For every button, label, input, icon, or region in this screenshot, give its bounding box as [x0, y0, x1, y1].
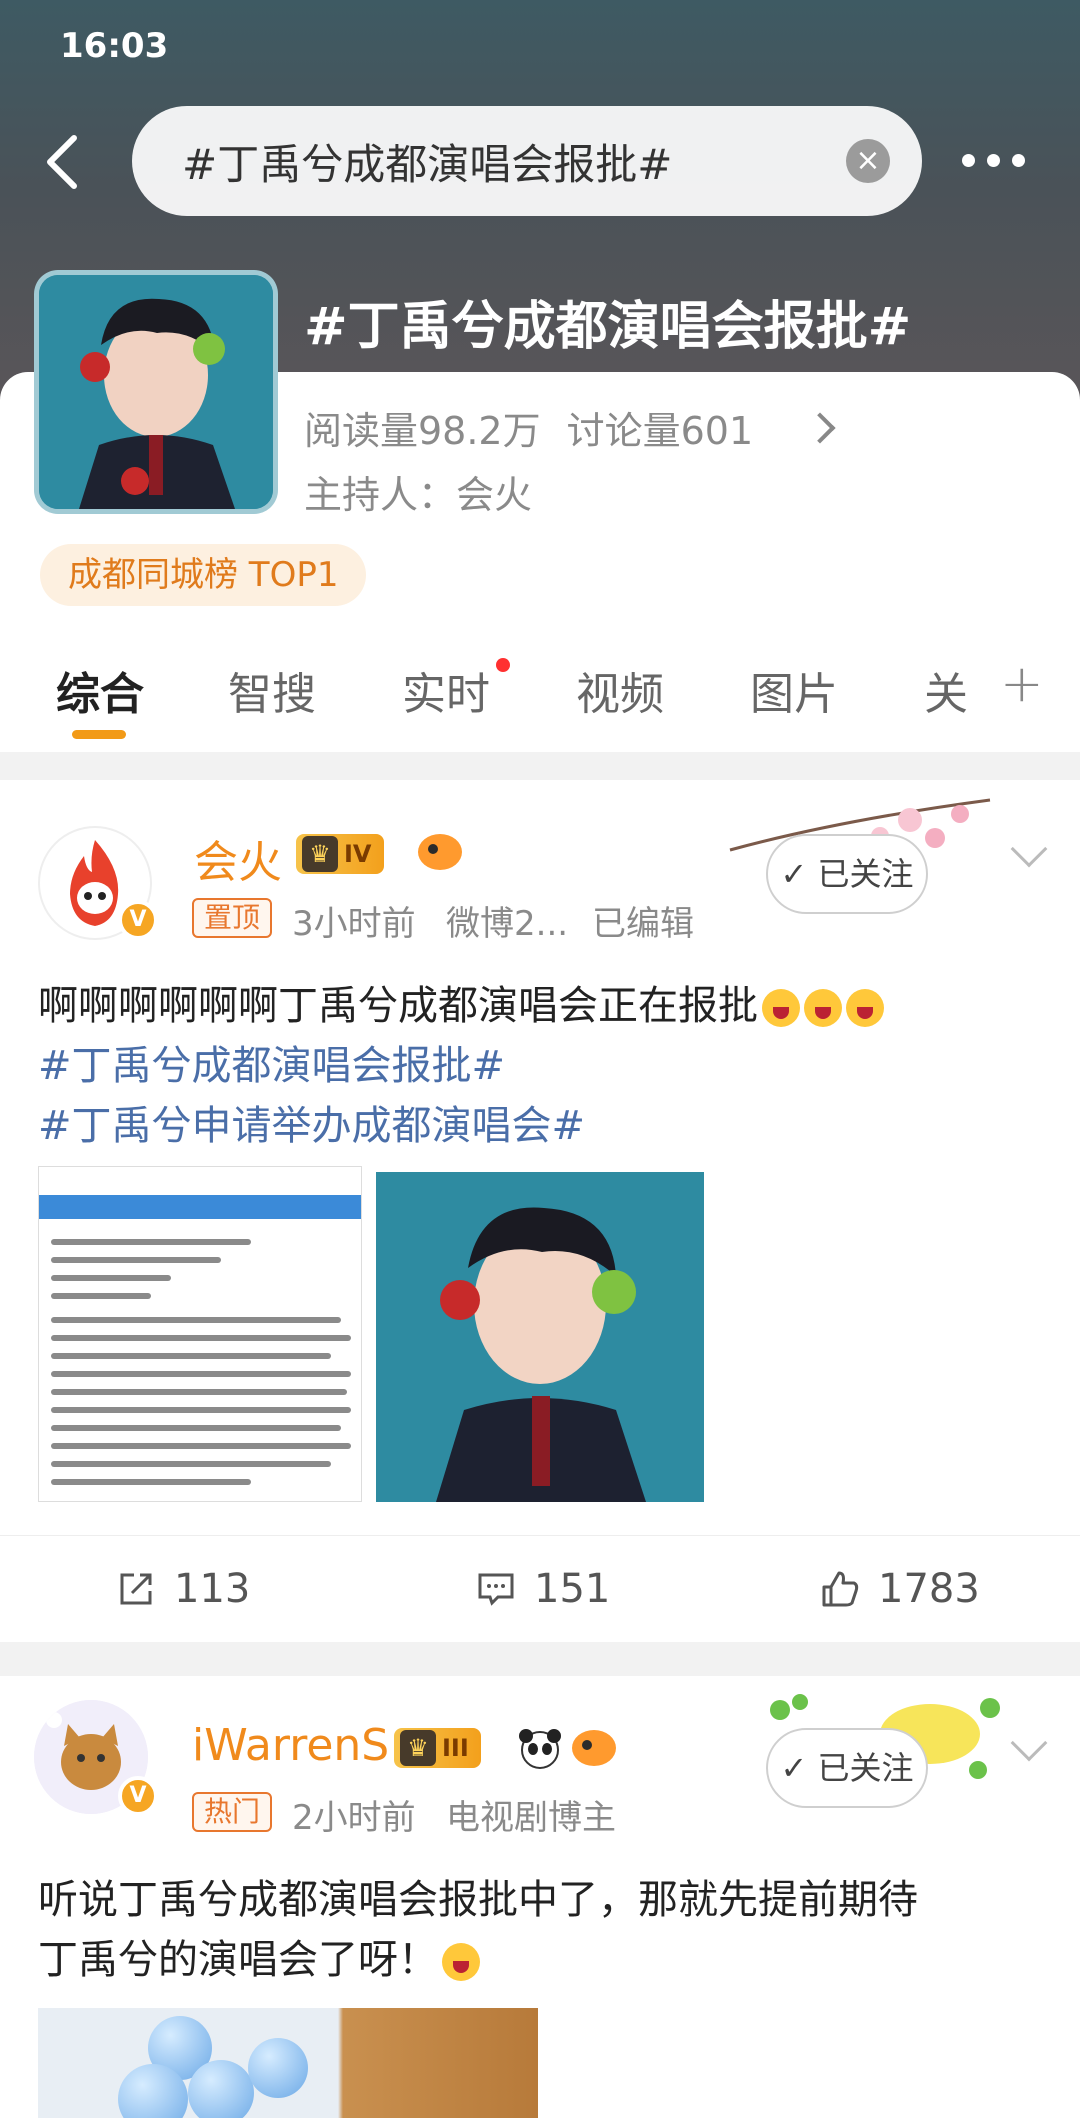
verified-icon: V — [118, 1776, 158, 1816]
following-button[interactable]: ✓ 已关注 — [766, 1728, 928, 1808]
more-options-button[interactable] — [962, 140, 1034, 180]
post-source: 电视剧博主 — [446, 1798, 616, 1838]
tab-images[interactable]: 图片 — [750, 658, 838, 722]
crying-emoji-icon — [804, 989, 842, 1027]
post-source: 微博2... — [446, 904, 569, 944]
tab-follow[interactable]: 关 — [924, 658, 968, 722]
add-tab-icon[interactable]: + — [1000, 654, 1044, 714]
status-time: 16:03 — [60, 26, 169, 66]
active-tab-indicator — [72, 730, 126, 739]
fan-badge-icon — [572, 1730, 616, 1766]
post-action-bar: 113 151 1783 — [0, 1535, 1080, 1641]
dot-icon — [987, 153, 1000, 167]
tab-realtime[interactable]: 实时 — [402, 658, 490, 722]
like-count: 1783 — [878, 1566, 980, 1612]
username[interactable]: iWarrenS — [192, 1720, 389, 1771]
like-button[interactable]: 1783 — [820, 1566, 980, 1612]
tab-comprehensive[interactable]: 综合 — [56, 658, 144, 722]
back-button[interactable] — [40, 130, 90, 194]
post-time: 2小时前 — [292, 1798, 416, 1838]
repost-icon — [120, 1573, 152, 1605]
comment-count: 151 — [534, 1566, 611, 1612]
hashtag-link[interactable]: #丁禹兮申请举办成都演唱会# — [38, 1096, 884, 1156]
verified-icon: V — [118, 900, 158, 940]
topic-cover-image — [34, 270, 278, 514]
post-body: 啊啊啊啊啊啊丁禹兮成都演唱会正在报批 #丁禹兮成都演唱会报批# #丁禹兮申请举办… — [38, 976, 884, 1156]
close-circle-icon[interactable]: × — [846, 139, 890, 183]
repost-button[interactable]: 113 — [116, 1566, 250, 1612]
new-indicator-dot — [496, 658, 510, 672]
crying-emoji-icon — [762, 989, 800, 1027]
hot-tag: 热门 — [192, 1792, 273, 1832]
chevron-right-icon — [804, 411, 836, 444]
crying-emoji-icon — [846, 989, 884, 1027]
topic-host[interactable]: 主持人：会火 — [304, 464, 532, 519]
comment-button[interactable]: 151 — [476, 1566, 610, 1612]
thumbs-up-icon — [822, 1571, 859, 1607]
rank-badge[interactable]: 成都同城榜 TOP1 — [40, 544, 367, 606]
topic-title: #丁禹兮成都演唱会报批# — [304, 297, 912, 357]
fan-badge-icon — [418, 834, 462, 870]
post-image-photo[interactable] — [376, 1172, 704, 1502]
crown-icon: ♛ — [400, 1730, 436, 1766]
pinned-tag: 置顶 — [192, 898, 273, 938]
discussion-count: 讨论量601 — [566, 409, 754, 453]
comment-icon — [478, 1573, 514, 1606]
post-text: 丁禹兮的演唱会了呀！ — [38, 1937, 438, 1983]
edited-label: 已编辑 — [592, 904, 694, 944]
following-button[interactable]: ✓ 已关注 — [766, 834, 928, 914]
crown-icon: ♛ — [302, 836, 338, 872]
post-text: 听说丁禹兮成都演唱会报批中了，那就先提前期待 — [38, 1877, 918, 1923]
hashtag-link[interactable]: #丁禹兮成都演唱会报批# — [38, 1036, 884, 1096]
level-badge: ♛ IV — [296, 834, 384, 874]
search-query: #丁禹兮成都演唱会报批# — [182, 139, 673, 189]
document-header-bar — [39, 1195, 361, 1219]
topic-stats[interactable]: 阅读量98.2万 讨论量601 — [304, 400, 836, 455]
tab-video[interactable]: 视频 — [576, 658, 664, 722]
back-arrow-icon — [47, 135, 77, 189]
read-count: 阅读量98.2万 — [304, 409, 541, 453]
dot-icon — [1012, 153, 1025, 167]
username[interactable]: 会火 — [194, 826, 282, 890]
repost-count: 113 — [174, 1566, 251, 1612]
tab-smart-search[interactable]: 智搜 — [228, 658, 316, 722]
tab-bar: 综合 智搜 实时 视频 图片 关 + — [0, 640, 1080, 750]
post-time: 3小时前 — [292, 904, 416, 944]
search-input[interactable]: #丁禹兮成都演唱会报批# × — [132, 106, 922, 216]
panda-badge-icon — [519, 1729, 561, 1769]
surprised-emoji-icon — [442, 1943, 480, 1981]
post-image-document[interactable] — [38, 1166, 362, 1502]
post-text: 啊啊啊啊啊啊丁禹兮成都演唱会正在报批 — [38, 983, 758, 1029]
dot-icon — [962, 153, 975, 167]
post-image-balloons[interactable] — [38, 2008, 538, 2118]
level-badge: ♛ III — [394, 1728, 481, 1768]
post-body: 听说丁禹兮成都演唱会报批中了，那就先提前期待 丁禹兮的演唱会了呀！ — [38, 1870, 918, 1990]
